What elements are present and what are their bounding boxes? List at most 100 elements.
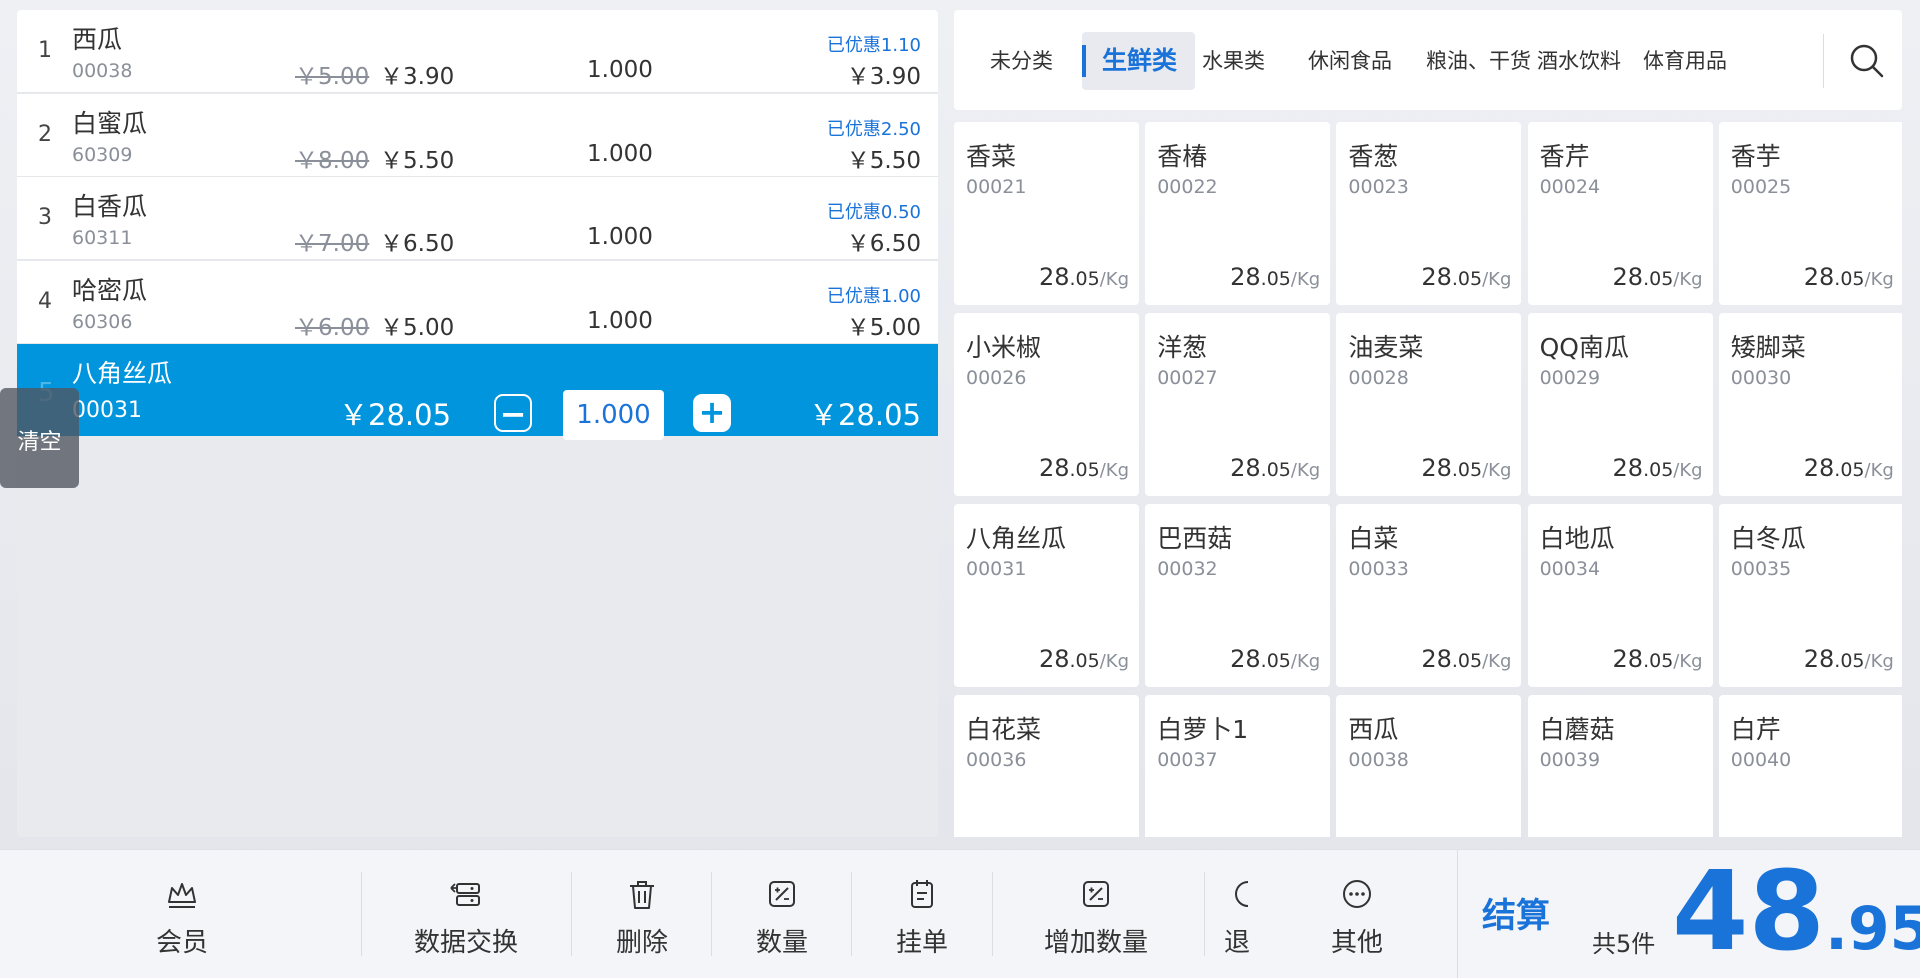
product-card[interactable]: 香芋 00025 28.05/Kg (1718, 122, 1902, 305)
item-count: 共5件 (1592, 930, 1656, 958)
toolbar-button[interactable]: 其他 (1262, 850, 1452, 978)
toolbar-label: 挂单 (895, 928, 948, 958)
search-button[interactable] (1844, 38, 1890, 84)
product-card[interactable]: 巴西菇 00032 28.05/Kg (1145, 504, 1331, 687)
price-integer: 28 (1612, 263, 1644, 291)
price-decimal: .05 (1069, 268, 1100, 290)
product-card[interactable]: 八角丝瓜 00031 28.05/Kg (954, 504, 1139, 687)
quantity-icon (764, 876, 800, 912)
clear-cart-button[interactable]: 清空 (0, 388, 79, 488)
price-decimal: .05 (1451, 650, 1483, 672)
product-card[interactable]: 香葱 00023 28.05/Kg (1336, 122, 1522, 305)
toolbar-button[interactable]: 挂单 (852, 850, 992, 978)
product-price: 28.05/Kg (1421, 454, 1511, 482)
product-code: 00034 (1539, 558, 1601, 580)
cart-row-selected[interactable]: 5八角丝瓜00031￥28.05−+￥28.05 (17, 344, 938, 440)
price-integer: 28 (1803, 454, 1835, 482)
product-name: 白菜 (1348, 524, 1399, 553)
hold-order-icon (904, 876, 940, 912)
category-tab[interactable]: 体育用品 (1625, 32, 1745, 90)
product-card[interactable]: 香菜 00021 28.05/Kg (954, 122, 1139, 305)
category-tab[interactable]: 未分类 (972, 32, 1071, 90)
product-card[interactable]: 香芹 00024 28.05/Kg (1527, 122, 1713, 305)
product-card[interactable]: 白花菜 00036 (954, 695, 1139, 837)
price-decimal: .05 (1451, 268, 1483, 290)
increase-quantity-button[interactable]: + (693, 394, 731, 432)
category-tab[interactable]: 休闲食品 (1290, 32, 1410, 90)
toolbar-button[interactable]: 数据交换 (362, 850, 570, 978)
price-unit: /Kg (1290, 269, 1321, 290)
product-card[interactable]: 白萝卜1 00037 (1145, 695, 1331, 837)
decrease-quantity-button[interactable]: − (494, 394, 532, 432)
toolbar-button[interactable]: 数量 (712, 850, 852, 978)
toolbar-label: 删除 (615, 928, 668, 958)
price-decimal: .05 (1643, 268, 1674, 290)
product-code: 00040 (1730, 749, 1792, 771)
checkout-button[interactable]: 结算 (1482, 888, 1550, 937)
product-code: 00038 (1348, 749, 1409, 771)
product-name: 白芹 (1730, 715, 1781, 744)
cart-row[interactable]: 2 白蜜瓜 60309 ￥8.00 ￥5.50 1.000 已优惠2.50 ￥5.50 (17, 93, 938, 177)
row-original-price: ￥8.00 (295, 147, 370, 174)
product-code: 00037 (1157, 749, 1218, 771)
price-unit: /Kg (1673, 460, 1703, 481)
product-name: 白地瓜 (1539, 524, 1615, 553)
product-card[interactable]: 白地瓜 00034 28.05/Kg (1527, 504, 1713, 687)
search-icon (1850, 44, 1884, 78)
row-index: 3 (38, 205, 52, 230)
toolbar-label: 会员 (155, 928, 208, 958)
product-price: 28.05/Kg (1039, 454, 1129, 482)
price-decimal: .05 (1260, 650, 1291, 672)
product-card[interactable]: 西瓜 00038 (1336, 695, 1522, 837)
row-subtotal: ￥5.50 (846, 147, 921, 174)
row-original-price: ￥5.00 (295, 64, 370, 90)
product-card[interactable]: 白芹 00040 (1718, 695, 1902, 837)
row-name: 白蜜瓜 (72, 108, 148, 138)
row-original-price: ￥7.00 (295, 231, 370, 257)
row-index: 1 (38, 38, 52, 63)
checkout-area[interactable]: 结算 共5件 48.95 (1457, 850, 1920, 978)
product-code: 00021 (966, 176, 1027, 198)
plus-icon: + (698, 393, 726, 431)
bottom-toolbar: 会员 数据交换 删除 数量 挂单 增加数量 退 其他 结算 共5件 48.95 (0, 849, 1920, 978)
product-card[interactable]: 矮脚菜 00030 28.05/Kg (1718, 313, 1902, 496)
row-discount: 已优惠2.50 (826, 118, 921, 140)
product-card[interactable]: 香椿 00022 28.05/Kg (1145, 122, 1331, 305)
product-name: QQ南瓜 (1539, 333, 1629, 362)
product-code: 00033 (1348, 558, 1409, 580)
row-quantity: 1.000 (587, 140, 653, 167)
product-card[interactable]: 白蘑菇 00039 (1527, 695, 1713, 837)
product-code: 00026 (966, 367, 1027, 389)
row-code: 60311 (72, 227, 133, 249)
product-card[interactable]: QQ南瓜 00029 28.05/Kg (1527, 313, 1713, 496)
category-tab[interactable]: 水果类 (1184, 32, 1283, 90)
cart-row[interactable]: 3 白香瓜 60311 ￥7.00 ￥6.50 1.000 已优惠0.50 ￥6.50 (17, 177, 938, 260)
product-card[interactable]: 小米椒 00026 28.05/Kg (954, 313, 1139, 496)
toolbar-button[interactable]: 退 (1222, 850, 1262, 978)
toolbar-button[interactable]: 会员 (80, 850, 284, 978)
product-card[interactable]: 白冬瓜 00035 28.05/Kg (1718, 504, 1902, 687)
category-tab[interactable]: 酒水饮料 (1519, 32, 1639, 90)
price-decimal: .05 (1643, 459, 1674, 481)
price-unit: /Kg (1290, 460, 1321, 481)
toolbar-button[interactable]: 删除 (572, 850, 712, 978)
category-tab[interactable]: 生鲜类 (1082, 32, 1196, 90)
cart-row[interactable]: 4 哈密瓜 60306 ￥6.00 ￥5.00 1.000 已优惠1.00 ￥5.00 (17, 260, 938, 344)
toolbar-label: 其他 (1330, 928, 1383, 958)
price-unit: /Kg (1099, 269, 1129, 290)
product-name: 西瓜 (1348, 715, 1399, 744)
price-unit: /Kg (1099, 651, 1129, 672)
product-price: 28.05/Kg (1230, 645, 1320, 673)
minus-icon: − (499, 395, 527, 433)
product-card[interactable]: 洋葱 00027 28.05/Kg (1145, 313, 1331, 496)
toolbar-button[interactable]: 增加数量 (992, 850, 1200, 978)
product-name: 八角丝瓜 (966, 524, 1067, 553)
quantity-input[interactable] (563, 390, 664, 440)
product-card[interactable]: 白菜 00033 28.05/Kg (1336, 504, 1522, 687)
row-quantity: 1.000 (587, 57, 653, 83)
product-name: 白冬瓜 (1730, 524, 1806, 553)
product-card[interactable]: 油麦菜 00028 28.05/Kg (1336, 313, 1522, 496)
row-discount: 已优惠0.50 (826, 202, 921, 223)
cart-row[interactable]: 1 西瓜 00038 ￥5.00 ￥3.90 1.000 已优惠1.10 ￥3.90 (17, 10, 938, 93)
product-name: 香葱 (1348, 142, 1399, 171)
